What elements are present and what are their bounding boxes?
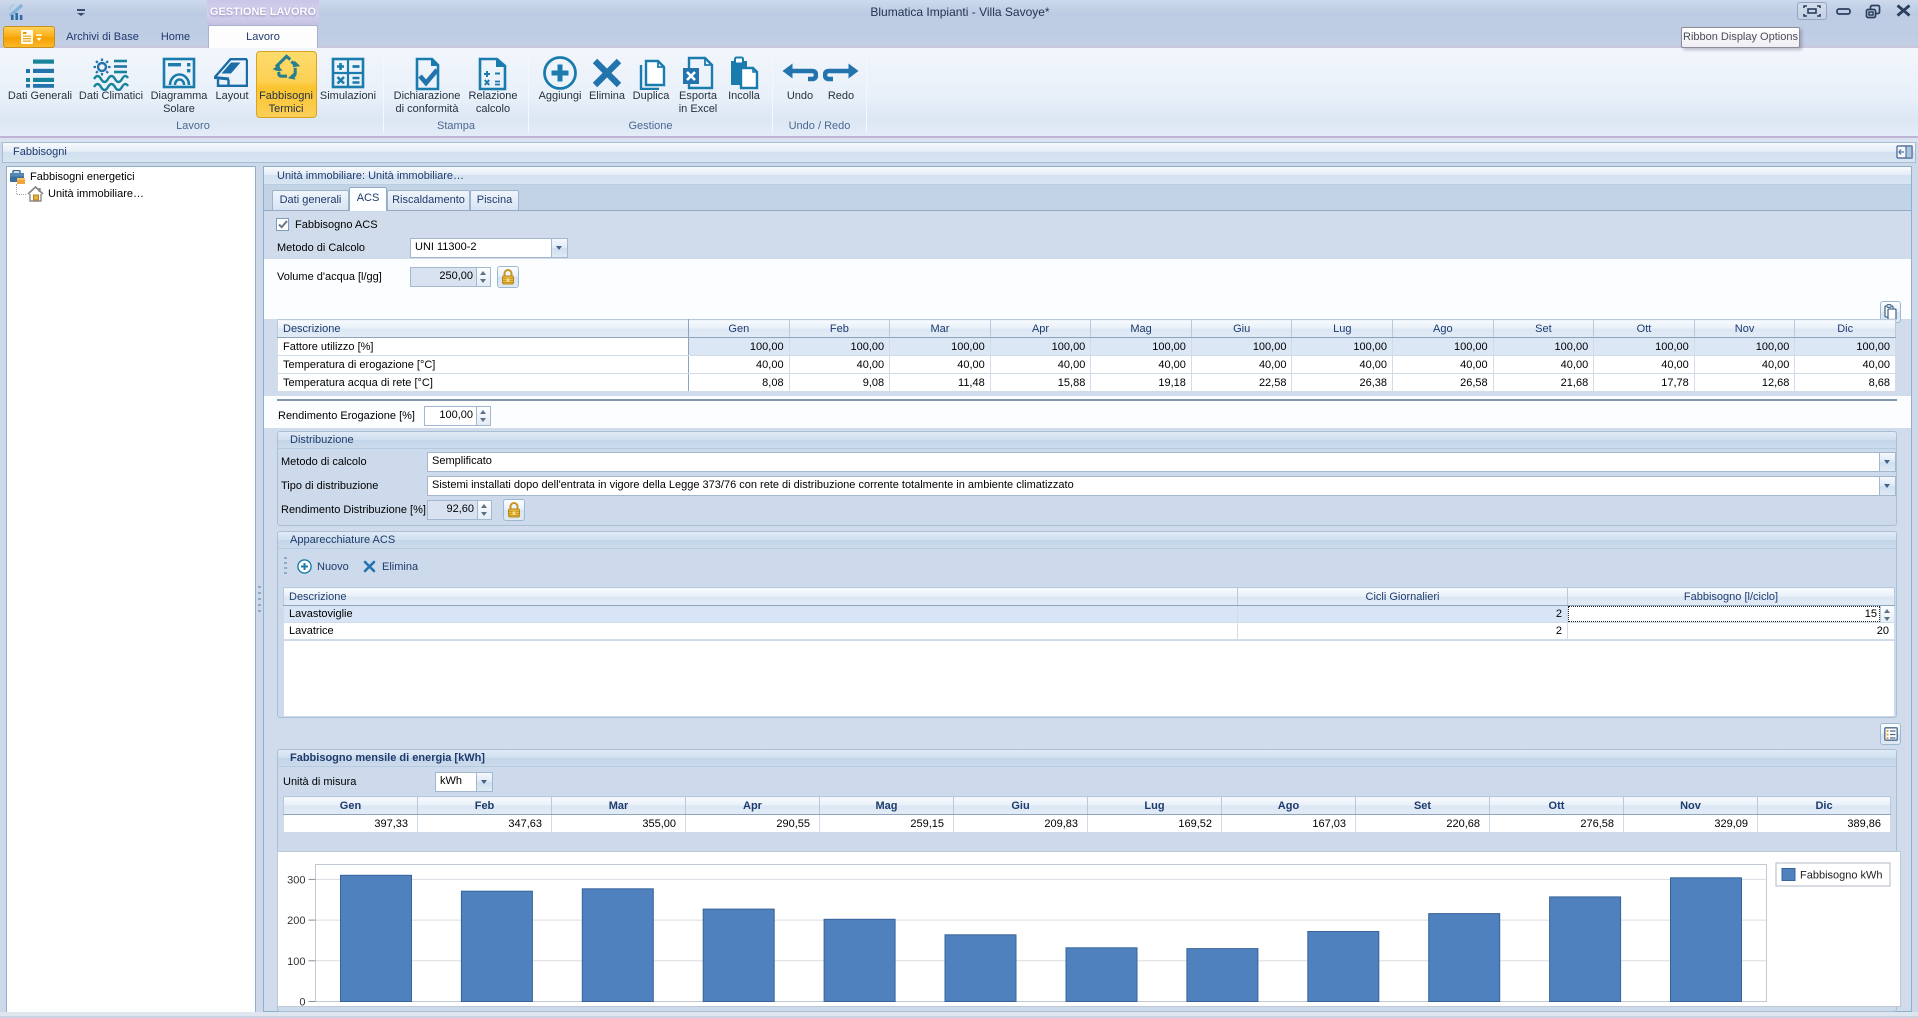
svg-text:200: 200 <box>287 915 305 927</box>
svg-text:Fabbisogno kWh: Fabbisogno kWh <box>1800 870 1883 882</box>
svg-text:100: 100 <box>287 956 305 968</box>
svg-text:0: 0 <box>299 997 305 1007</box>
svg-text:300: 300 <box>287 874 305 886</box>
